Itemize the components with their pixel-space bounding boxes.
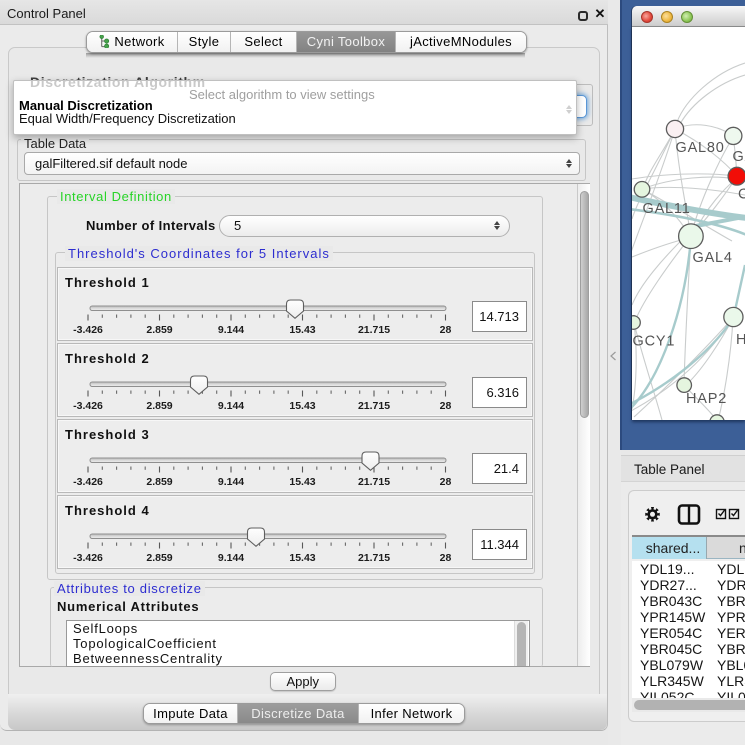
svg-text:15.43: 15.43 — [289, 324, 315, 336]
svg-text:2.859: 2.859 — [146, 476, 172, 488]
svg-text:21.715: 21.715 — [358, 324, 390, 336]
svg-text:9.144: 9.144 — [218, 400, 244, 412]
svg-text:21.715: 21.715 — [358, 552, 390, 564]
svg-text:2.859: 2.859 — [146, 552, 172, 564]
svg-text:28: 28 — [440, 324, 452, 336]
svg-text:21.715: 21.715 — [358, 400, 390, 412]
svg-text:15.43: 15.43 — [289, 400, 315, 412]
svg-text:-3.426: -3.426 — [73, 552, 103, 564]
svg-text:GAL4: GAL4 — [693, 250, 733, 266]
svg-text:9.144: 9.144 — [218, 324, 244, 336]
svg-text:2.859: 2.859 — [146, 400, 172, 412]
svg-text:HAP2: HAP2 — [686, 391, 727, 407]
svg-text:15.43: 15.43 — [289, 476, 315, 488]
svg-text:9.144: 9.144 — [218, 552, 244, 564]
svg-text:28: 28 — [440, 400, 452, 412]
svg-text:15.43: 15.43 — [289, 552, 315, 564]
svg-text:GAL11: GAL11 — [643, 201, 691, 217]
svg-text:21.715: 21.715 — [358, 476, 390, 488]
svg-text:28: 28 — [440, 552, 452, 564]
svg-text:2.859: 2.859 — [146, 324, 172, 336]
svg-text:GA: GA — [733, 149, 745, 165]
svg-text:9.144: 9.144 — [218, 476, 244, 488]
svg-text:-3.426: -3.426 — [73, 400, 103, 412]
svg-text:GAL80: GAL80 — [676, 140, 725, 156]
svg-text:-3.426: -3.426 — [73, 324, 103, 336]
svg-text:-3.426: -3.426 — [73, 476, 103, 488]
svg-text:C: C — [738, 187, 745, 203]
svg-text:28: 28 — [440, 476, 452, 488]
svg-text:H: H — [736, 332, 745, 348]
svg-text:GCY1: GCY1 — [633, 334, 676, 350]
